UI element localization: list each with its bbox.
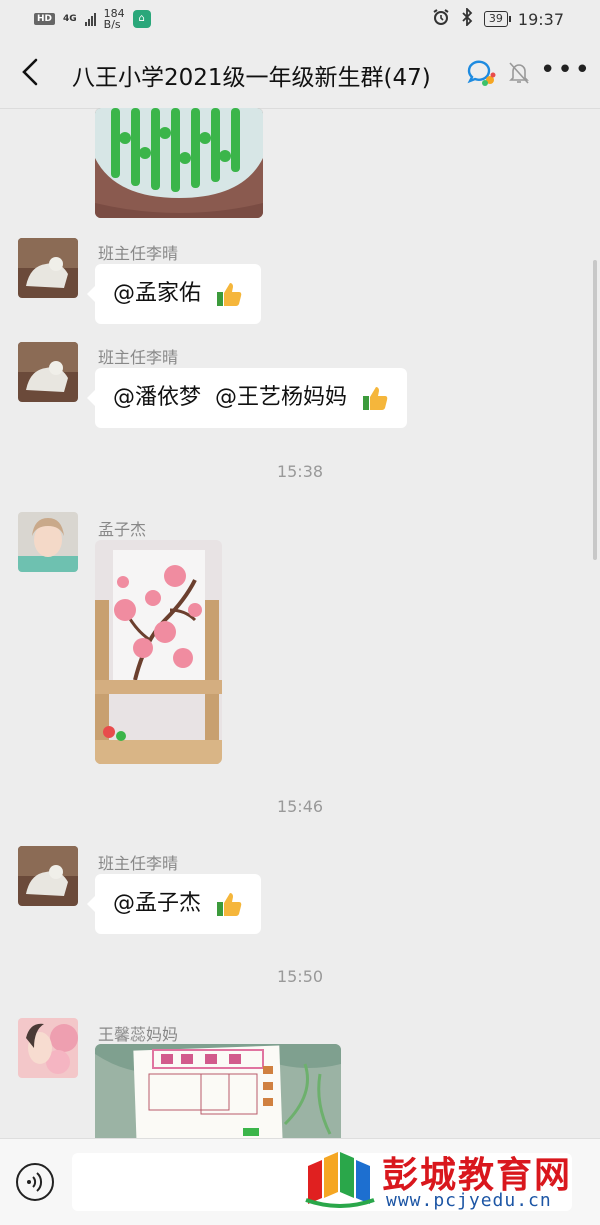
home-app-icon: ⌂ <box>132 10 151 28</box>
message-text: @孟子杰 <box>113 891 202 916</box>
battery-icon: 39 <box>483 11 511 27</box>
avatar-teacher[interactable] <box>18 238 78 298</box>
thumbs-up-icon <box>217 893 242 916</box>
net-type: 4G <box>63 14 77 24</box>
chat-area: 班主任李晴 @孟家佑 班主任李晴 @潘依梦 @王艺杨妈妈 15:38 孟子杰 1… <box>0 108 600 1138</box>
hd-badge: HD <box>34 13 56 25</box>
sender-name: 班主任李晴 <box>98 348 179 367</box>
more-options-button[interactable]: ••• <box>540 57 590 86</box>
sender-name: 班主任李晴 <box>98 244 179 263</box>
signal-icon <box>84 12 96 26</box>
sender-name: 班主任李晴 <box>98 854 179 873</box>
thumbs-up-icon <box>363 387 388 410</box>
net-speed: 184 B/s <box>104 8 125 30</box>
mute-bell-icon <box>508 61 530 85</box>
sender-name: 王馨蕊妈妈 <box>98 1025 179 1044</box>
message-image-blossom[interactable] <box>95 540 222 764</box>
status-bar: HD 4G 184 B/s ⌂ 39 19:37 <box>0 0 600 38</box>
alarm-icon <box>432 8 450 30</box>
watermark-url: www.pcjyedu.cn <box>386 1190 552 1211</box>
message-text: @孟家佑 <box>113 281 202 306</box>
book-logo-icon <box>305 1152 375 1208</box>
group-chat-icon[interactable] <box>465 58 497 88</box>
scrollbar[interactable] <box>593 260 597 560</box>
title-bar: 八王小学2021级一年级新生群(47) ••• <box>0 38 600 109</box>
avatar-teacher[interactable] <box>18 342 78 402</box>
message-bubble[interactable]: @孟家佑 <box>86 264 262 324</box>
timestamp: 15:46 <box>276 797 324 816</box>
net-speed-unit: B/s <box>103 18 121 31</box>
clock: 19:37 <box>517 9 564 29</box>
status-left: HD 4G 184 B/s ⌂ <box>34 8 151 30</box>
bluetooth-icon <box>460 6 474 30</box>
back-button[interactable] <box>16 52 46 92</box>
message-bubble[interactable]: @孟子杰 <box>86 874 262 934</box>
thumbs-up-icon <box>217 283 242 306</box>
site-watermark: 彭城教育网 www.pcjyedu.cn <box>304 1146 594 1216</box>
message-image-poster[interactable] <box>95 1044 341 1138</box>
timestamp: 15:50 <box>276 967 324 986</box>
page-title: 八王小学2021级一年级新生群(47) <box>72 65 431 91</box>
chevron-left-icon <box>22 58 38 86</box>
sender-name: 孟子杰 <box>98 520 147 539</box>
avatar-wangxinrui-mother[interactable] <box>18 1018 78 1078</box>
timestamp: 15:38 <box>276 462 324 481</box>
message-text: @潘依梦 @王艺杨妈妈 <box>113 385 347 410</box>
avatar-teacher[interactable] <box>18 846 78 906</box>
message-image-craft[interactable] <box>95 108 263 218</box>
message-bubble[interactable]: @潘依梦 @王艺杨妈妈 <box>87 368 407 428</box>
status-right: 39 19:37 <box>432 6 564 30</box>
avatar-mengzijie[interactable] <box>18 512 78 572</box>
voice-input-button[interactable] <box>16 1163 54 1201</box>
voice-icon <box>27 1172 43 1192</box>
